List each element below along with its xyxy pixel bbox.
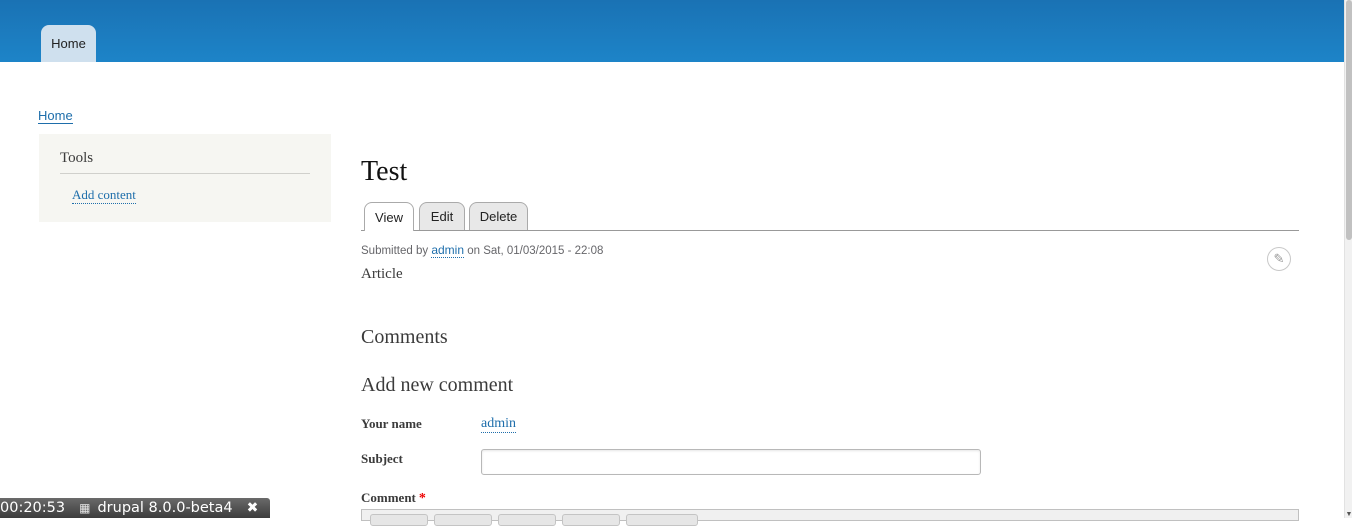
add-content-link[interactable]: Add content (72, 187, 136, 204)
tab-edit[interactable]: Edit (419, 202, 465, 230)
required-marker: * (418, 491, 426, 506)
submitted-date: on Sat, 01/03/2015 - 22:08 (467, 245, 604, 257)
scrollbar-thumb[interactable] (1346, 0, 1352, 240)
recording-title: drupal 8.0.0-beta4 (97, 500, 233, 516)
editor-toolbar-button[interactable] (498, 514, 556, 526)
your-name-value[interactable]: admin (481, 416, 516, 433)
comment-editor-toolbar (361, 509, 1299, 526)
local-tabs: View Edit Delete (361, 202, 1299, 231)
subject-input[interactable] (481, 449, 981, 475)
scroll-down-arrow-icon[interactable]: ▼ (1345, 510, 1352, 518)
recording-time: 00:20:53 (0, 500, 66, 516)
recording-status-bar: 00:20:53 ▦ drupal 8.0.0-beta4 ✖ (0, 498, 270, 518)
vertical-scrollbar[interactable]: ▼ (1344, 0, 1352, 518)
nav-tab-home[interactable]: Home (41, 25, 96, 62)
breadcrumb: Home (38, 108, 73, 124)
comment-label-row: Comment * (361, 490, 426, 507)
site-header: Home (0, 0, 1344, 62)
node-type: Article (361, 266, 403, 282)
contextual-edit-pencil-icon[interactable]: ✎ (1267, 247, 1291, 271)
sidebar-title: Tools (60, 150, 310, 174)
editor-toolbar-button[interactable] (370, 514, 428, 526)
comment-label: Comment (361, 490, 416, 505)
editor-toolbar-button[interactable] (626, 514, 698, 526)
breadcrumb-home-link[interactable]: Home (38, 108, 73, 124)
comments-heading: Comments (361, 326, 448, 348)
submitted-prefix: Submitted by (361, 245, 429, 257)
sidebar-tools-block: Tools Add content (39, 134, 331, 222)
editor-toolbar-button[interactable] (434, 514, 492, 526)
close-icon[interactable]: ✖ (247, 500, 259, 516)
your-name-label: Your name (361, 416, 422, 431)
tab-delete[interactable]: Delete (469, 202, 528, 230)
subject-label: Subject (361, 451, 403, 466)
qr-code-icon: ▦ (79, 501, 91, 515)
author-link[interactable]: admin (431, 243, 465, 258)
tab-view[interactable]: View (364, 202, 414, 231)
submitted-info: Submitted by admin on Sat, 01/03/2015 - … (361, 243, 604, 258)
page-title: Test (361, 156, 408, 187)
editor-toolbar-button[interactable] (562, 514, 620, 526)
add-comment-heading: Add new comment (361, 374, 514, 396)
